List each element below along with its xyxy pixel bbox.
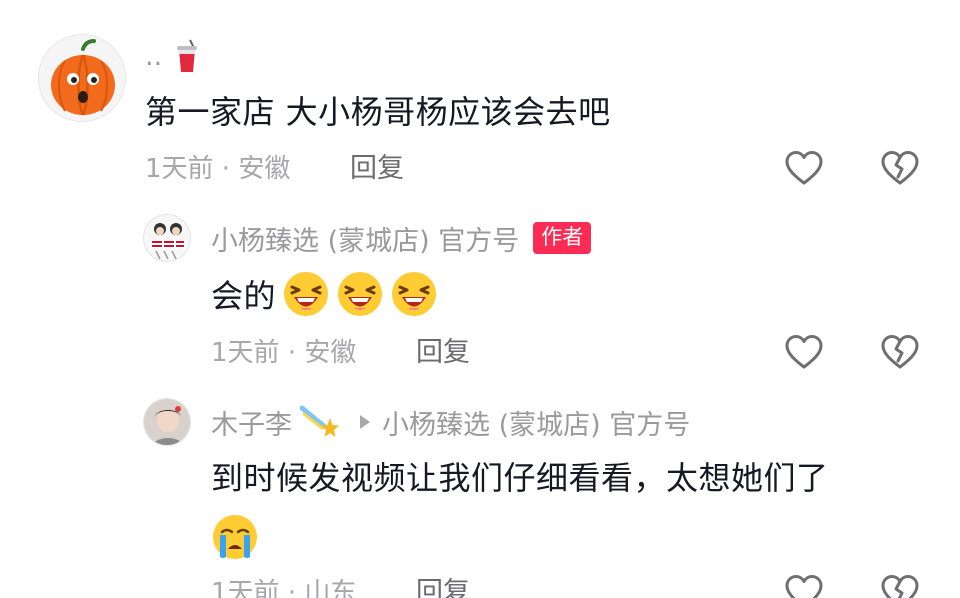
drink-cup-emoji-icon bbox=[172, 38, 202, 74]
comment-3-avatar[interactable] bbox=[143, 398, 191, 446]
comment-2-time-location: 1天前 · 安徽 bbox=[211, 338, 357, 368]
comment-2-avatar[interactable] bbox=[143, 214, 191, 262]
comment-1-dislike-button[interactable] bbox=[878, 146, 922, 190]
comment-1-time-location: 1天前 · 安徽 bbox=[145, 154, 291, 184]
reply-arrow-icon bbox=[354, 412, 374, 432]
pumpkin-icon bbox=[39, 35, 125, 121]
comment-2-dislike-button[interactable] bbox=[878, 330, 922, 374]
shooting-star-emoji-icon bbox=[299, 404, 340, 440]
comment-2-text: 会的 bbox=[211, 277, 277, 315]
store-logo-icon bbox=[144, 215, 190, 261]
heart-icon bbox=[785, 151, 823, 185]
comment-3-dislike-button[interactable] bbox=[878, 570, 922, 598]
broken-heart-icon bbox=[881, 151, 919, 185]
comment-3-text: 到时候发视频让我们仔细看看，太想她们了 bbox=[211, 459, 829, 497]
broken-heart-icon bbox=[881, 335, 919, 369]
laughing-emoji-icon bbox=[336, 270, 384, 318]
comment-2-username[interactable]: 小杨臻选 (蒙城店) 官方号 bbox=[211, 219, 519, 258]
comment-3-username[interactable]: 木子李 bbox=[211, 403, 292, 442]
comment-1-avatar[interactable] bbox=[38, 34, 126, 122]
heart-icon bbox=[785, 575, 823, 598]
comment-3-reply-button[interactable]: 回复 bbox=[416, 574, 470, 598]
comment-1-text: 第一家店 大小杨哥杨应该会去吧 bbox=[145, 93, 611, 131]
laughing-emoji-icon bbox=[282, 270, 330, 318]
comment-2-reply-button[interactable]: 回复 bbox=[416, 334, 470, 372]
comment-3-like-button[interactable] bbox=[782, 570, 826, 598]
heart-icon bbox=[785, 335, 823, 369]
comment-1-like-button[interactable] bbox=[782, 146, 826, 190]
comment-3-time-location: 1天前 · 山东 bbox=[211, 578, 357, 598]
comment-3-reply-to[interactable]: 小杨臻选 (蒙城店) 官方号 bbox=[382, 403, 690, 442]
crying-emoji-icon bbox=[211, 513, 259, 561]
comment-1-reply-button[interactable]: 回复 bbox=[350, 150, 404, 188]
comment-2-like-button[interactable] bbox=[782, 330, 826, 374]
comment-1-username[interactable]: .. bbox=[145, 41, 162, 72]
broken-heart-icon bbox=[881, 575, 919, 598]
user-photo-icon bbox=[144, 399, 190, 445]
laughing-emoji-icon bbox=[390, 270, 438, 318]
author-badge: 作者 bbox=[533, 222, 592, 254]
